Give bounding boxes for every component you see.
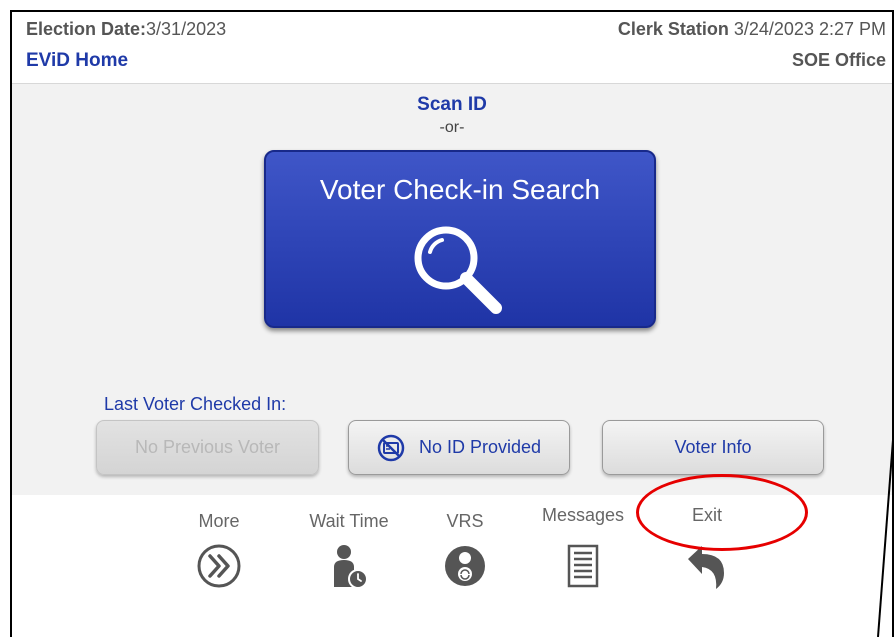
search-button-label: Voter Check-in Search xyxy=(319,174,601,205)
curved-back-arrow-icon xyxy=(688,546,724,589)
election-date: Election Date:3/31/2023 xyxy=(26,19,227,39)
station-info: Clerk Station 3/24/2023 2:27 PM xyxy=(617,19,886,39)
double-chevron-right-icon xyxy=(197,544,241,588)
voter-info-button[interactable]: Voter Info xyxy=(602,420,824,475)
app-window: Election Date:3/31/2023 EViD Home Clerk … xyxy=(10,10,894,637)
no-id-provided-label: No ID Provided xyxy=(418,437,542,457)
no-id-card-icon xyxy=(377,434,405,461)
footer-toolbar: More Wait Time VRS Messages Exit xyxy=(12,495,892,637)
exit-label: Exit xyxy=(691,505,722,525)
or-separator: -or- xyxy=(439,119,465,136)
document-lines-icon xyxy=(567,544,599,588)
voter-check-in-search-button[interactable]: Voter Check-in Search xyxy=(264,150,656,328)
wait-time-label: Wait Time xyxy=(309,511,389,531)
vrs-label: VRS xyxy=(446,511,484,531)
no-id-provided-button[interactable]: No ID Provided xyxy=(348,420,570,475)
scan-id-label: Scan ID xyxy=(417,94,487,115)
magnifier-icon xyxy=(414,226,502,314)
more-label: More xyxy=(198,511,240,531)
office-name: SOE Office xyxy=(791,50,886,70)
person-sync-icon xyxy=(445,546,485,586)
person-clock-icon xyxy=(334,545,368,589)
main-panel: Scan ID -or- Voter Check-in Search Last … xyxy=(12,84,892,495)
messages-label: Messages xyxy=(541,505,625,525)
no-previous-voter-label: No Previous Voter xyxy=(134,437,281,457)
page-title: EViD Home xyxy=(26,50,129,71)
no-previous-voter-button[interactable]: No Previous Voter xyxy=(96,420,319,475)
voter-info-label: Voter Info xyxy=(674,437,752,457)
last-voter-label: Last Voter Checked In: xyxy=(104,394,287,414)
header-bar: Election Date:3/31/2023 EViD Home Clerk … xyxy=(12,12,892,84)
